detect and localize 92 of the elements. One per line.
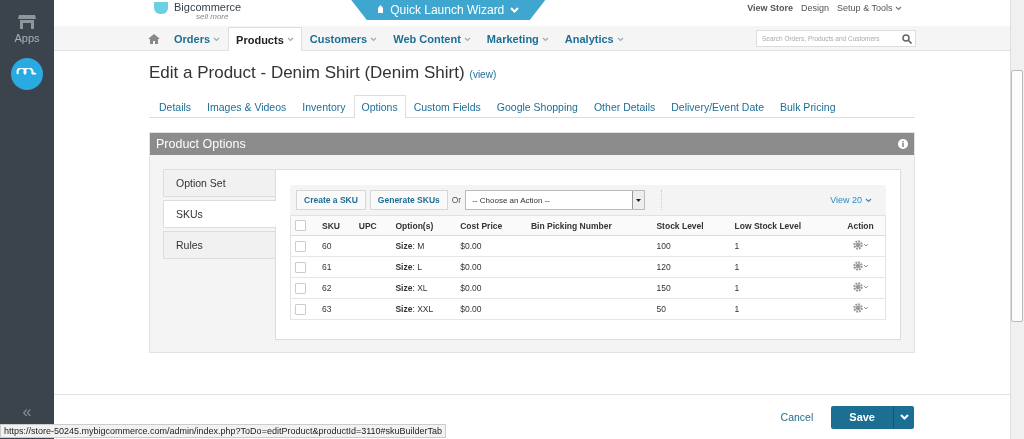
column-header: Low Stock Level [734,220,802,231]
dropdown-arrow-icon [636,198,642,202]
table-cell: 100 [656,241,671,251]
status-url: https://store-50245.mybigcommerce.com/admin/index.php?ToDo=editProduct&productId=3110#skuBuilderTab [0,424,447,438]
table-cell: 1 [734,304,740,314]
cancel-link[interactable]: Cancel [780,411,814,423]
toolbar-button[interactable]: Generate SKUs [369,190,448,210]
table-cell: 1 [734,241,740,251]
info-icon[interactable] [898,139,908,149]
table-cell: 1 [734,262,740,272]
table-cell: $0.00 [460,283,482,293]
table-cell: Size: XXL [395,304,434,314]
chevron-down-icon [510,7,520,13]
chevron-down-icon[interactable] [899,414,909,420]
nav-tab[interactable]: Customers [301,27,386,50]
gear-icon[interactable] [852,240,869,250]
column-header: Stock Level [656,220,704,231]
gear-icon[interactable] [852,282,869,292]
view-link[interactable]: (view) [469,69,497,80]
header-link[interactable]: Design [801,3,830,13]
table-cell: Size: L [395,262,422,272]
side-tab[interactable]: SKUs [163,200,276,228]
caret-icon [541,36,549,42]
tab[interactable]: Images & Videos [199,95,295,118]
scrollbar[interactable] [1010,0,1024,439]
page-title: Edit a Product - Denim Shirt (Denim Shirt) [149,63,465,83]
checkbox[interactable] [295,303,306,315]
nav-tab[interactable]: Web Content [385,27,479,50]
checkbox[interactable] [295,220,306,232]
table-cell: $0.00 [460,262,482,272]
table-cell: 1 [734,283,740,293]
table-cell: 150 [656,283,671,293]
checkbox[interactable] [295,240,306,252]
collapse-icon[interactable]: « [22,403,32,421]
side-tab[interactable]: Option Set [163,169,275,197]
tab[interactable]: Bulk Pricing [772,95,844,118]
table-cell: 63 [322,304,332,314]
app-logo-icon[interactable] [11,58,43,90]
caret-icon [286,37,294,42]
tab[interactable]: Custom Fields [405,95,489,118]
nav-tab[interactable]: Analytics [556,27,632,50]
nav-tab[interactable]: Marketing [478,27,557,50]
or-label: Or [451,195,462,205]
nav-tab[interactable]: Products [228,27,302,51]
tab[interactable]: Google Shopping [488,95,586,118]
logo-tagline: sell more [196,13,229,21]
caret-icon [865,197,872,203]
table-cell: 62 [322,283,332,293]
column-header: Bin Picking Number [530,220,612,231]
column-header: Cost Price [460,220,503,231]
table-cell: 50 [656,304,666,314]
apps-label[interactable]: Apps [14,32,40,44]
header-link[interactable]: Setup & Tools [837,3,902,13]
caret-icon [616,36,624,42]
search-icon[interactable] [902,34,912,44]
table-cell: 61 [322,262,332,272]
tab[interactable]: Inventory [294,95,354,118]
scrollbar-thumb[interactable] [1011,70,1023,322]
home-icon[interactable] [148,34,160,44]
table-cell: 60 [322,241,332,251]
header-link[interactable]: View Store [747,3,794,13]
caret-icon [370,36,378,42]
column-header: SKU [322,220,340,231]
table-cell: Size: XL [395,283,428,293]
logo-icon [154,2,168,14]
checkbox[interactable] [295,261,306,273]
column-header: UPC [358,220,377,231]
column-header: Option(s) [395,220,434,231]
table-cell: $0.00 [460,304,482,314]
view-count-link[interactable]: View 20 [830,195,872,205]
logo-text[interactable]: Bigcommerce [174,2,242,13]
tab[interactable]: Details [151,95,200,118]
side-tab[interactable]: Rules [163,231,275,259]
tab[interactable]: Options [353,95,406,118]
gear-icon[interactable] [852,303,869,313]
caret-icon [895,6,902,11]
action-select[interactable]: -- Choose an Action -- [465,190,646,210]
caret-icon [213,36,221,42]
tab[interactable]: Other Details [585,95,664,118]
column-header: Action [847,220,874,231]
nav-tab[interactable]: Orders [166,27,229,50]
table-cell: 120 [656,262,671,272]
table-cell: $0.00 [460,241,482,251]
gear-icon[interactable] [852,261,869,271]
save-button[interactable]: Save [831,405,914,429]
store-icon[interactable] [18,14,36,29]
checkbox[interactable] [295,282,306,294]
tab[interactable]: Delivery/Event Date [663,95,773,118]
table-cell: Size: M [395,241,425,251]
panel-title: Product Options [156,137,246,151]
toolbar-button[interactable]: Create a SKU [296,190,366,210]
caret-icon [463,36,471,42]
